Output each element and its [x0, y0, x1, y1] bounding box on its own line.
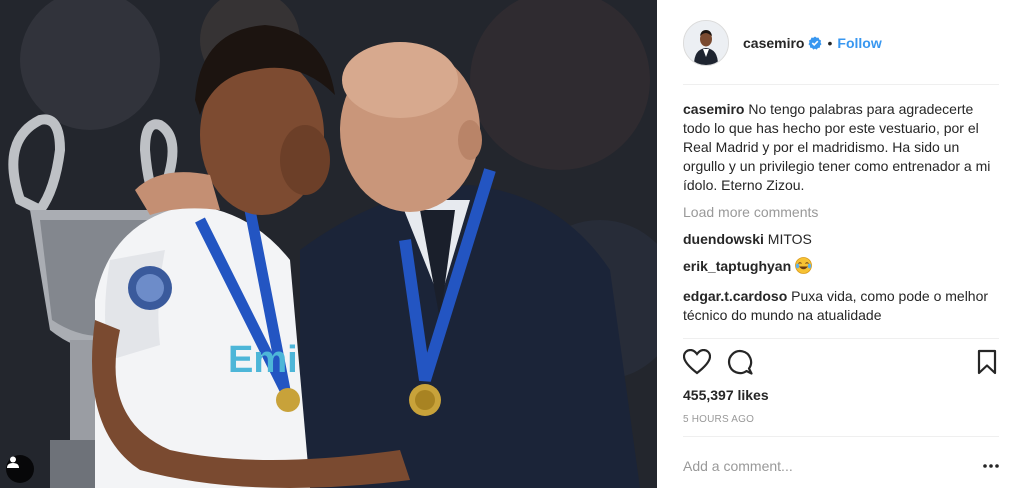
tagged-users-button[interactable]	[6, 455, 34, 483]
verified-badge-icon	[808, 36, 822, 50]
shirt-sponsor-text: Emi	[228, 339, 298, 381]
avatar-image	[684, 21, 728, 65]
comment-input-divider	[683, 436, 999, 437]
avatar[interactable]	[683, 20, 729, 66]
header-divider	[683, 84, 999, 85]
heart-icon[interactable]	[682, 348, 712, 380]
load-more-comments-button[interactable]: Load more comments	[683, 203, 999, 222]
comment-item: erik_taptughyan	[683, 257, 999, 279]
comments-list: casemiro No tengo palabras para agradece…	[683, 100, 999, 338]
grinning-tears-emoji-icon	[795, 257, 812, 279]
user-tag-icon	[7, 456, 19, 468]
instagram-post: Emi casemiro • Follow casemiro No tengo …	[0, 0, 1009, 488]
comment-username[interactable]: erik_taptughyan	[683, 258, 791, 274]
post-header: casemiro • Follow	[683, 18, 999, 68]
action-bar	[682, 345, 999, 380]
photo-illustration: Emi	[0, 0, 657, 488]
post-photo[interactable]: Emi	[0, 0, 657, 488]
comment-username[interactable]: duendowski	[683, 231, 764, 247]
comment-text: MITOS	[767, 231, 812, 247]
comment-item: edgar.t.cardoso Puxa vida, como pode o m…	[683, 287, 999, 325]
caption: casemiro No tengo palabras para agradece…	[683, 100, 999, 195]
comment-username[interactable]: edgar.t.cardoso	[683, 288, 787, 304]
actions-divider	[683, 338, 999, 339]
add-comment-input[interactable]	[683, 458, 979, 474]
follow-button[interactable]: Follow	[837, 35, 881, 51]
add-comment-bar	[683, 452, 999, 480]
comment-item: duendowski MITOS	[683, 230, 999, 249]
bookmark-icon[interactable]	[977, 349, 997, 380]
caption-username[interactable]: casemiro	[683, 101, 744, 117]
likes-count[interactable]: 455,397 likes	[683, 387, 769, 403]
separator-dot: •	[827, 35, 833, 51]
post-timestamp[interactable]: 5 HOURS AGO	[683, 414, 754, 425]
post-side-panel: casemiro • Follow casemiro No tengo pala…	[657, 0, 1009, 488]
comment-bubble-icon[interactable]	[727, 349, 753, 380]
header-username[interactable]: casemiro	[743, 35, 804, 51]
ellipsis-icon[interactable]	[979, 464, 999, 468]
